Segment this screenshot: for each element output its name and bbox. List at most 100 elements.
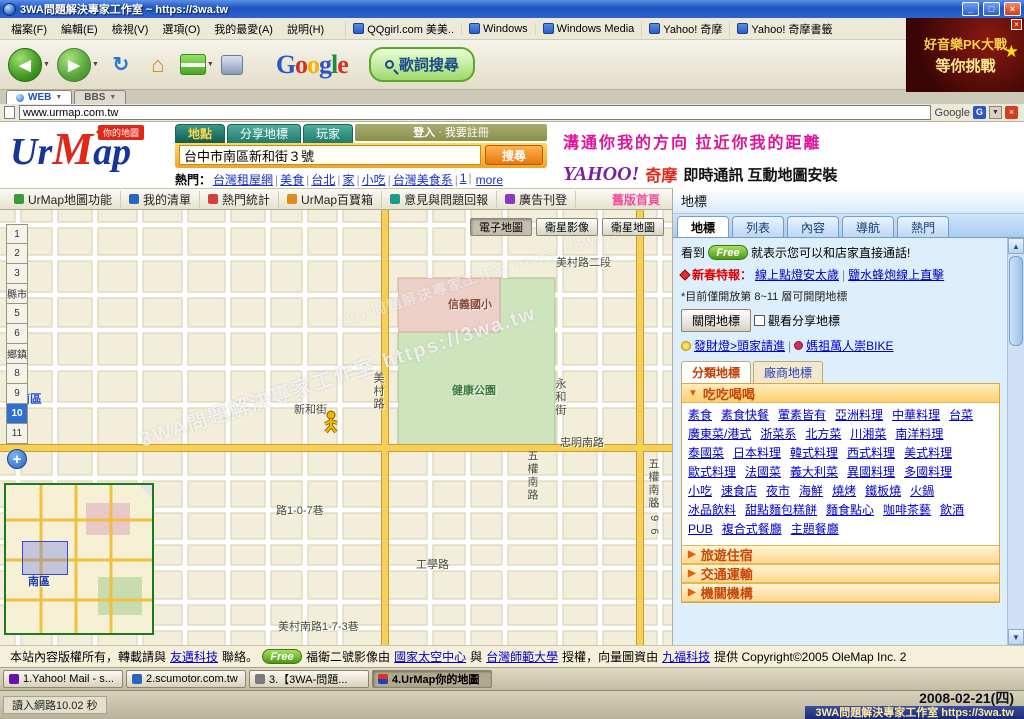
- overview-minimap[interactable]: 南區: [4, 483, 154, 635]
- more-link[interactable]: more: [476, 173, 503, 187]
- close-button[interactable]: ×: [1004, 2, 1021, 16]
- bookmark-item[interactable]: Yahoo! 奇摩: [641, 21, 729, 37]
- forward-button[interactable]: ▶: [57, 48, 91, 82]
- google-toolbar-logo[interactable]: Google: [276, 50, 348, 80]
- tab-bbs[interactable]: BBS ▼: [74, 90, 126, 104]
- fortune-lamp-link[interactable]: 發財燈>頭家請進: [694, 337, 785, 354]
- zoom-level-11[interactable]: 11: [6, 424, 28, 444]
- bookmark-item[interactable]: Windows: [461, 23, 535, 35]
- gift-dropdown-icon[interactable]: ▼: [207, 61, 214, 68]
- function-bar-item[interactable]: 熱門統計: [200, 191, 279, 208]
- hot-link[interactable]: 美食: [280, 173, 304, 187]
- zoom-level-5[interactable]: 5: [6, 304, 28, 324]
- function-bar-item[interactable]: UrMap百寶箱: [279, 191, 382, 208]
- share-landmarks-checkbox[interactable]: [754, 315, 765, 326]
- minimap-viewport-rect[interactable]: [22, 541, 68, 575]
- food-category-link[interactable]: 義大利菜: [790, 465, 838, 479]
- scroll-up-icon[interactable]: ▲: [1008, 238, 1024, 254]
- food-category-link[interactable]: 火鍋: [910, 484, 934, 498]
- menu-item[interactable]: 檢視(V): [105, 19, 156, 39]
- food-category-link[interactable]: PUB: [688, 522, 713, 536]
- view-satellite-image-button[interactable]: 衛星影像: [536, 218, 598, 236]
- tab-location[interactable]: 地點: [175, 124, 225, 143]
- food-category-link[interactable]: 廣東菜/港式: [688, 427, 751, 441]
- zoom-in-button[interactable]: +: [7, 449, 27, 469]
- lyrics-search-button[interactable]: 歌詞搜尋: [369, 47, 475, 82]
- minimap-collapse-icon[interactable]: [139, 485, 152, 498]
- space-center-link[interactable]: 國家太空中心: [394, 648, 466, 665]
- food-category-link[interactable]: 主題餐廳: [791, 522, 839, 536]
- menu-item[interactable]: 選項(O): [155, 19, 207, 39]
- food-category-link[interactable]: 中華料理: [892, 408, 940, 422]
- food-category-link[interactable]: 多國料理: [904, 465, 952, 479]
- food-category-link[interactable]: 速食店: [721, 484, 757, 498]
- food-category-link[interactable]: 台菜: [949, 408, 973, 422]
- food-category-link[interactable]: 冰品飲料: [688, 503, 736, 517]
- food-category-link[interactable]: 異國料理: [847, 465, 895, 479]
- close-landmarks-button[interactable]: 關閉地標: [681, 309, 751, 332]
- food-category-link[interactable]: 燒烤: [832, 484, 856, 498]
- food-category-link[interactable]: 甜點麵包糕餅: [745, 503, 817, 517]
- chevron-down-icon[interactable]: ▼: [989, 106, 1002, 119]
- food-category-link[interactable]: 麵食點心: [826, 503, 874, 517]
- food-category-link[interactable]: 北方菜: [805, 427, 841, 441]
- tab-player[interactable]: 玩家: [303, 124, 353, 143]
- forward-dropdown-icon[interactable]: ▼: [92, 61, 99, 68]
- map-canvas[interactable]: 3WA問題解決專家工作室 https://3wa.tw 3WA問題解決專家工作室…: [0, 210, 672, 645]
- back-dropdown-icon[interactable]: ▼: [43, 61, 50, 68]
- package-tool-button[interactable]: [221, 55, 243, 75]
- view-satellite-map-button[interactable]: 衛星地圖: [602, 218, 664, 236]
- mazu-bike-link[interactable]: 媽祖萬人崇BIKE: [806, 337, 893, 354]
- youmai-tech-link[interactable]: 友邁科技: [170, 648, 218, 665]
- tab-web[interactable]: WEB ▼: [6, 90, 72, 104]
- zoom-level-town[interactable]: 鄉鎮: [6, 344, 28, 364]
- sidebar-tab-landmark[interactable]: 地標: [677, 216, 729, 237]
- function-bar-item[interactable]: 我的清單: [121, 191, 200, 208]
- food-category-link[interactable]: 南洋料理: [895, 427, 943, 441]
- food-category-link[interactable]: 浙菜系: [760, 427, 796, 441]
- food-category-link[interactable]: 法國菜: [745, 465, 781, 479]
- food-category-link[interactable]: 複合式餐廳: [722, 522, 782, 536]
- taskbar-tab-3wa[interactable]: 3.【3WA-問題...: [249, 670, 369, 688]
- food-category-link[interactable]: 咖啡茶藝: [883, 503, 931, 517]
- login-link[interactable]: 登入: [413, 124, 435, 140]
- function-bar-item[interactable]: UrMap地圖功能: [6, 191, 121, 208]
- food-category-link[interactable]: 泰國菜: [688, 446, 724, 460]
- hot-link[interactable]: 家: [342, 173, 354, 187]
- search-button[interactable]: 搜尋: [485, 145, 543, 165]
- food-category-link[interactable]: 亞洲料理: [835, 408, 883, 422]
- address-search-input[interactable]: [179, 145, 481, 165]
- gift-tool-button[interactable]: [180, 54, 206, 75]
- promo-ad-banner[interactable]: × 好音樂PK大戰 等你挑戰 ★: [906, 18, 1024, 92]
- menu-item[interactable]: 我的最愛(A): [207, 19, 280, 39]
- zoom-level-9[interactable]: 9: [6, 384, 28, 404]
- hot-link[interactable]: 小吃: [362, 173, 386, 187]
- taskbar-tab-yahoo-mail[interactable]: 1.Yahoo! Mail - s...: [3, 670, 123, 688]
- food-category-link[interactable]: 飲酒: [940, 503, 964, 517]
- food-category-link[interactable]: 西式料理: [847, 446, 895, 460]
- bookmark-item[interactable]: Windows Media: [535, 23, 642, 35]
- menu-item[interactable]: 檔案(F): [4, 19, 54, 39]
- sidebar-tab-hot[interactable]: 熱門: [897, 216, 949, 237]
- scrollbar-thumb[interactable]: [1009, 256, 1023, 346]
- news-link-beehive-fireworks[interactable]: 鹽水蜂炮線上直擊: [848, 266, 944, 283]
- google-g-icon[interactable]: G: [973, 106, 986, 119]
- taskbar-tab-urmap[interactable]: 4.UrMap你的地圖: [372, 670, 492, 688]
- sidebar-section-header[interactable]: ▶ 機關機構: [682, 583, 999, 602]
- food-category-link[interactable]: 美式料理: [904, 446, 952, 460]
- refresh-button[interactable]: ↻: [106, 49, 136, 81]
- food-category-link[interactable]: 鐵板燒: [865, 484, 901, 498]
- scroll-down-icon[interactable]: ▼: [1008, 629, 1024, 645]
- food-category-link[interactable]: 海鮮: [799, 484, 823, 498]
- zoom-level-1[interactable]: 1: [6, 224, 28, 244]
- poi-tab-vendors[interactable]: 廠商地標: [753, 361, 823, 383]
- food-category-link[interactable]: 韓式料理: [790, 446, 838, 460]
- menu-item[interactable]: 說明(H): [280, 19, 331, 39]
- sidebar-tab-list[interactable]: 列表: [732, 216, 784, 237]
- tab-shared-landmarks[interactable]: 分享地標: [227, 124, 301, 143]
- sidebar-section-header[interactable]: ▶ 交通運輸: [682, 564, 999, 583]
- food-category-link[interactable]: 川湘菜: [850, 427, 886, 441]
- sidebar-scrollbar[interactable]: ▲ ▼: [1007, 238, 1024, 645]
- food-category-link[interactable]: 葷素皆有: [778, 408, 826, 422]
- food-category-link[interactable]: 素食快餐: [721, 408, 769, 422]
